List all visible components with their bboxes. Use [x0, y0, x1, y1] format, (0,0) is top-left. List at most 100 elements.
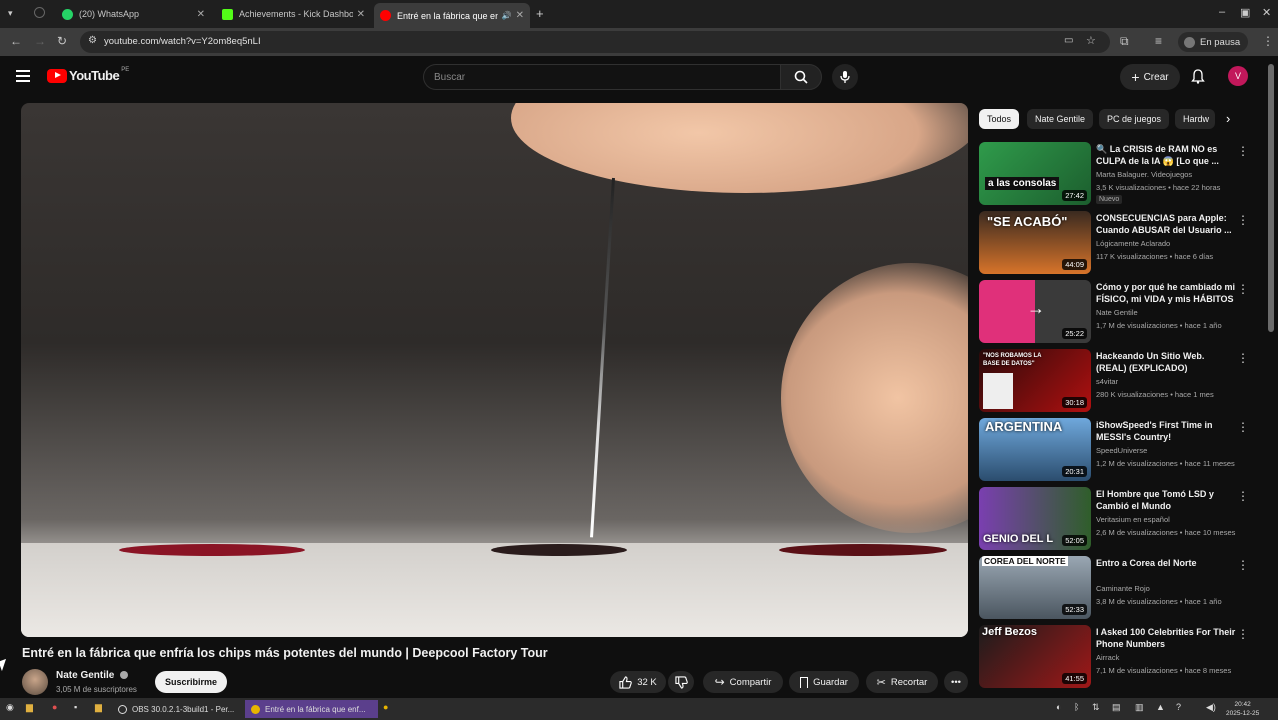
kebab-menu-icon[interactable]: ⋮: [1237, 489, 1249, 503]
back-icon[interactable]: ←: [10, 34, 22, 48]
video-player[interactable]: [21, 103, 968, 637]
network-icon[interactable]: ⇅: [1092, 702, 1100, 713]
user-avatar[interactable]: V: [1228, 66, 1248, 86]
subscribe-button[interactable]: Suscribirme: [155, 671, 227, 693]
recommendation-item[interactable]: GENIO DEL L 52:05 El Hombre que Tomó LSD…: [979, 487, 1254, 551]
tab-youtube[interactable]: Entré en la fábrica que enfr 🔊 ✕: [374, 3, 530, 28]
tab-search-icon[interactable]: ▾: [8, 8, 13, 19]
recommendation-item[interactable]: "SE ACABÓ" 44:09 CONSECUENCIAS para Appl…: [979, 211, 1254, 275]
files-icon[interactable]: ▆: [26, 702, 33, 713]
minimize-button[interactable]: –: [1219, 6, 1225, 18]
recommendation-title[interactable]: Cómo y por qué he cambiado mi FÍSICO, mi…: [1096, 281, 1236, 305]
volume-icon[interactable]: ◀): [1206, 702, 1216, 713]
recommendation-channel[interactable]: s4vitar: [1096, 377, 1118, 386]
chip-pc-de-juegos[interactable]: PC de juegos: [1099, 109, 1170, 129]
browser-launcher-icon[interactable]: ●: [52, 702, 57, 712]
chevron-right-icon[interactable]: ›: [1226, 111, 1230, 126]
media-icon[interactable]: ≡: [1155, 34, 1162, 48]
video-thumbnail[interactable]: → 25:22: [979, 280, 1091, 343]
recommendation-title[interactable]: 🔍 La CRISIS de RAM NO es CULPA de la IA …: [1096, 143, 1236, 167]
recommendation-title[interactable]: Hackeando Un Sitio Web. (REAL) (EXPLICAD…: [1096, 350, 1236, 374]
recommendation-item[interactable]: → 25:22 Cómo y por qué he cambiado mi FÍ…: [979, 280, 1254, 344]
recommendation-title[interactable]: El Hombre que Tomó LSD y Cambió el Mundo: [1096, 488, 1236, 512]
chip-hardware[interactable]: Hardw: [1175, 109, 1215, 129]
cast-icon[interactable]: ▭: [1064, 35, 1073, 46]
youtube-logo[interactable]: YouTube PE: [47, 67, 129, 83]
recommendation-channel[interactable]: SpeedUniverse: [1096, 446, 1147, 455]
recommendation-channel[interactable]: Caminante Rojo: [1096, 584, 1150, 593]
recommendation-channel[interactable]: Lógicamente Aclarado: [1096, 239, 1170, 248]
more-actions-button[interactable]: •••: [944, 671, 968, 693]
start-menu-icon[interactable]: ◉: [6, 702, 14, 713]
hamburger-menu-icon[interactable]: [16, 70, 30, 82]
bluetooth-icon[interactable]: ᛒ: [1074, 702, 1079, 712]
video-thumbnail[interactable]: COREA DEL NORTE 52:33: [979, 556, 1091, 619]
reload-icon[interactable]: ↻: [57, 34, 67, 48]
taskbar-item-obs[interactable]: OBS 30.0.2.1-3build1 - Per...: [112, 700, 244, 718]
tab-whatsapp[interactable]: (20) WhatsApp ✕: [56, 4, 211, 24]
address-bar[interactable]: ⚙ youtube.com/watch?v=Y2om8eq5nLI ▭ ☆: [80, 31, 1110, 53]
kebab-menu-icon[interactable]: ⋮: [1237, 213, 1249, 227]
chip-todos[interactable]: Todos: [979, 109, 1020, 129]
close-icon[interactable]: ✕: [516, 10, 524, 21]
recommendation-item[interactable]: COREA DEL NORTE 52:33 Entro a Corea del …: [979, 556, 1254, 620]
dislike-button[interactable]: [668, 671, 694, 693]
kebab-menu-icon[interactable]: ⋮: [1237, 144, 1249, 158]
like-button[interactable]: 32 K: [610, 671, 666, 693]
extensions-icon[interactable]: ⧉: [1120, 34, 1129, 49]
video-thumbnail[interactable]: GENIO DEL L 52:05: [979, 487, 1091, 550]
close-icon[interactable]: ✕: [197, 9, 205, 20]
save-button[interactable]: Guardar: [789, 671, 859, 693]
speaker-icon[interactable]: 🔊: [502, 11, 512, 20]
close-icon[interactable]: ✕: [357, 9, 365, 20]
video-thumbnail[interactable]: a las consolas 27:42: [979, 142, 1091, 205]
video-thumbnail[interactable]: "SE ACABÓ" 44:09: [979, 211, 1091, 274]
discord-tray-icon[interactable]: ◐: [1056, 702, 1061, 712]
kebab-menu-icon[interactable]: ⋮: [1237, 558, 1249, 572]
kebab-menu-icon[interactable]: ⋮: [1237, 420, 1249, 434]
recommendation-channel[interactable]: Airrack: [1096, 653, 1119, 662]
window-close-button[interactable]: ✕: [1262, 6, 1271, 19]
clip-button[interactable]: ✂ Recortar: [866, 671, 938, 693]
recommendation-channel[interactable]: Veritasium en español: [1096, 515, 1170, 524]
recommendation-title[interactable]: I Asked 100 Celebrities For Their Phone …: [1096, 626, 1236, 650]
terminal-icon[interactable]: ▪: [74, 702, 77, 712]
help-icon[interactable]: ?: [1176, 702, 1181, 712]
tab-kick[interactable]: Achievements - Kick Dashbo ✕: [216, 4, 371, 24]
kebab-menu-icon[interactable]: ⋮: [1237, 627, 1249, 641]
recommendation-item[interactable]: a las consolas 27:42 🔍 La CRISIS de RAM …: [979, 142, 1254, 206]
site-info-icon[interactable]: ⚙: [88, 35, 97, 46]
kebab-menu-icon[interactable]: ⋮: [1237, 351, 1249, 365]
recommendation-channel[interactable]: Nate Gentile: [1096, 308, 1138, 317]
search-button[interactable]: [780, 64, 822, 90]
recommendation-item[interactable]: "NOS ROBAMOS LA BASE DE DATOS" 30:18 Hac…: [979, 349, 1254, 413]
share-button[interactable]: ↪ Compartir: [703, 671, 783, 693]
update-icon[interactable]: ▲: [1156, 702, 1165, 712]
chrome-launcher-icon[interactable]: ●: [383, 702, 388, 712]
recommendation-title[interactable]: CONSECUENCIAS para Apple: Cuando ABUSAR …: [1096, 212, 1236, 236]
channel-avatar[interactable]: [22, 669, 48, 695]
profile-button[interactable]: En pausa: [1178, 32, 1248, 52]
channel-name[interactable]: Nate Gentile: [56, 670, 129, 681]
kebab-menu-icon[interactable]: ⋮: [1262, 34, 1274, 48]
folder-icon[interactable]: ▆: [95, 702, 102, 713]
taskbar-item-browser[interactable]: Entré en la fábrica que enf...: [245, 700, 378, 718]
recommendation-channel[interactable]: Marta Balaguer. Videojuegos: [1096, 170, 1192, 179]
bookmark-star-icon[interactable]: ☆: [1086, 34, 1096, 47]
recommendation-item[interactable]: ARGENTINA 20:31 iShowSpeed's First Time …: [979, 418, 1254, 482]
search-input[interactable]: [424, 65, 780, 89]
maximize-button[interactable]: ▣: [1240, 6, 1250, 19]
voice-search-button[interactable]: [832, 64, 858, 90]
kebab-menu-icon[interactable]: ⋮: [1237, 282, 1249, 296]
notifications-tray-icon[interactable]: ▤: [1112, 702, 1121, 713]
recommendation-title[interactable]: Entro a Corea del Norte: [1096, 557, 1236, 569]
recommendation-item[interactable]: Jeff Bezos 41:55 I Asked 100 Celebrities…: [979, 625, 1254, 689]
page-scrollbar[interactable]: [1268, 64, 1274, 332]
url-text[interactable]: youtube.com/watch?v=Y2om8eq5nLI: [104, 36, 261, 47]
video-thumbnail[interactable]: Jeff Bezos 41:55: [979, 625, 1091, 688]
clipboard-icon[interactable]: ▥: [1135, 702, 1144, 713]
video-thumbnail[interactable]: ARGENTINA 20:31: [979, 418, 1091, 481]
chip-nate-gentile[interactable]: Nate Gentile: [1027, 109, 1094, 129]
notifications-bell-icon[interactable]: [1191, 69, 1205, 89]
new-tab-button[interactable]: +: [536, 6, 544, 21]
